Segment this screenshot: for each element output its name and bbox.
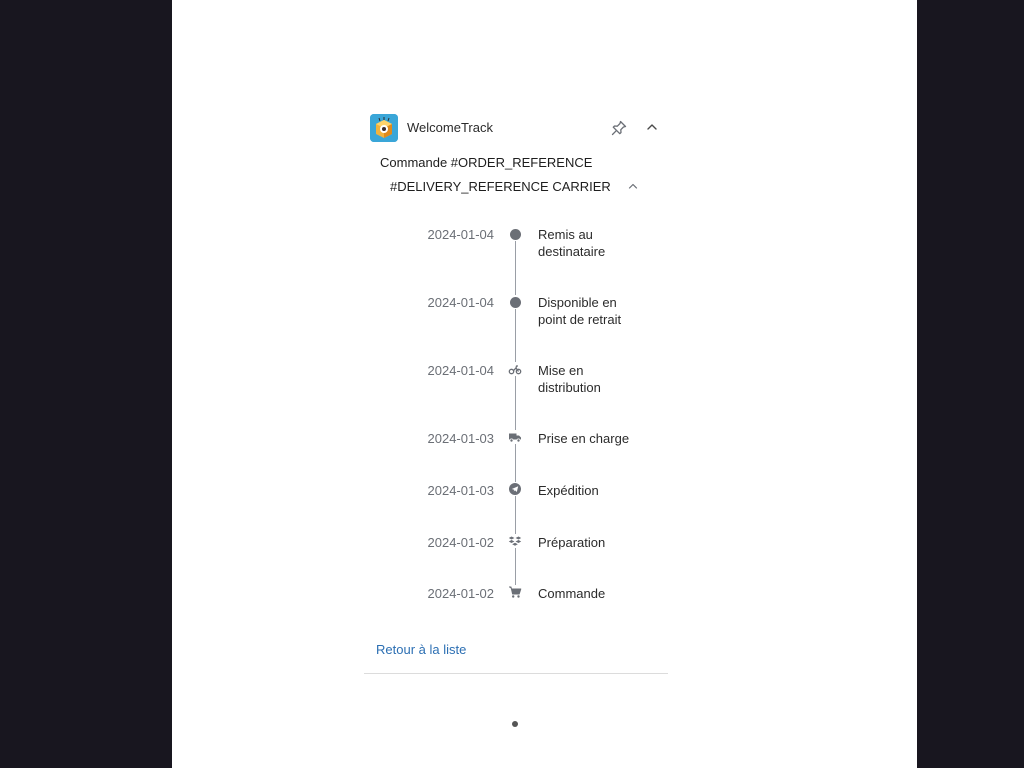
timeline-date: 2024-01-03 (427, 431, 495, 446)
timeline-label: Prise en charge (538, 431, 630, 446)
chevron-up-icon (647, 124, 657, 130)
boxes-icon (508, 534, 522, 548)
timeline-label: Préparation (538, 535, 606, 550)
app-header: WelcomeTrack (370, 114, 668, 142)
delivery-title: #DELIVERY_REFERENCE CARRIER (390, 179, 611, 194)
divider (364, 673, 668, 674)
send-icon (508, 482, 522, 496)
timeline-label: Remis au destinataire (538, 227, 606, 259)
pin-button[interactable] (610, 119, 628, 137)
cart-icon (508, 585, 522, 599)
timeline-label: Disponible en point de retrait (538, 295, 622, 327)
truck-icon (508, 430, 522, 444)
dot-icon (508, 295, 522, 309)
collapse-app-button[interactable] (644, 119, 660, 135)
scooter-icon (508, 362, 522, 376)
timeline-date: 2024-01-04 (427, 363, 495, 378)
timeline-date: 2024-01-02 (427, 535, 495, 550)
app-name: WelcomeTrack (407, 120, 493, 135)
chevron-up-icon (628, 183, 638, 189)
dot-icon (508, 227, 522, 241)
timeline-date: 2024-01-04 (427, 227, 495, 242)
timeline-label: Expédition (538, 483, 599, 498)
timeline-date: 2024-01-03 (427, 483, 495, 498)
order-title: Commande #ORDER_REFERENCE (380, 155, 593, 170)
collapse-delivery-button[interactable] (626, 179, 640, 193)
timeline-label: Commande (538, 586, 606, 601)
back-to-list-link[interactable]: Retour à la liste (376, 642, 466, 657)
pin-icon (611, 120, 627, 136)
timeline-date: 2024-01-04 (427, 295, 495, 310)
timeline-date: 2024-01-02 (427, 586, 495, 601)
page-indicator-dot[interactable] (512, 721, 518, 727)
timeline-label: Mise en distribution (538, 363, 601, 395)
box-eye-logo-icon (370, 114, 398, 142)
